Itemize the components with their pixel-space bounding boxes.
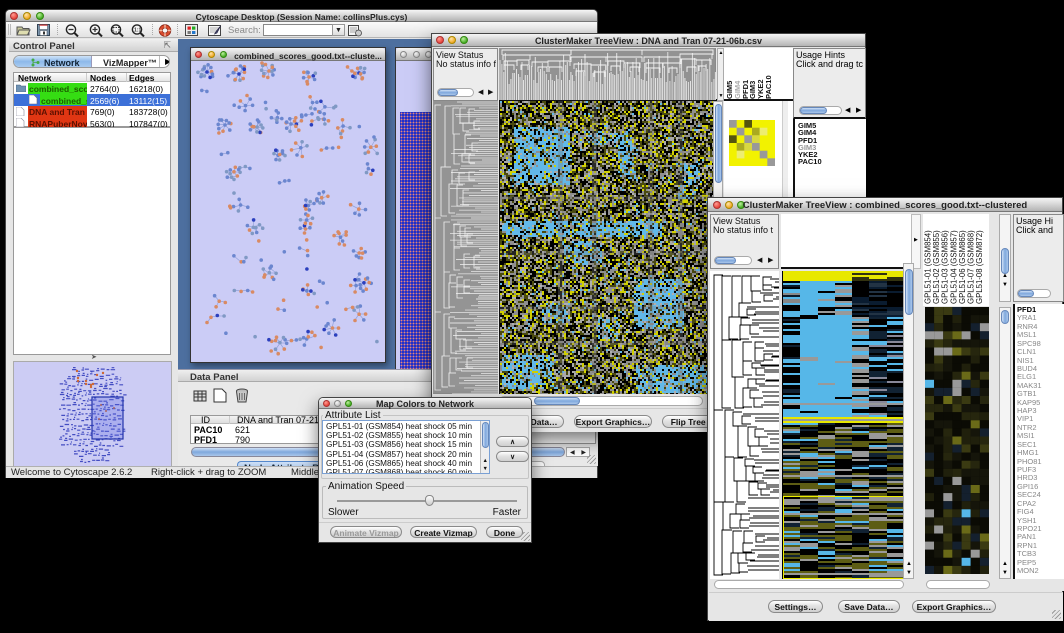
- svg-text:GPL51-08 (GSM872): GPL51-08 (GSM872): [975, 230, 984, 304]
- svg-text:PAC10: PAC10: [764, 75, 773, 99]
- svg-text:1:1: 1:1: [134, 28, 141, 34]
